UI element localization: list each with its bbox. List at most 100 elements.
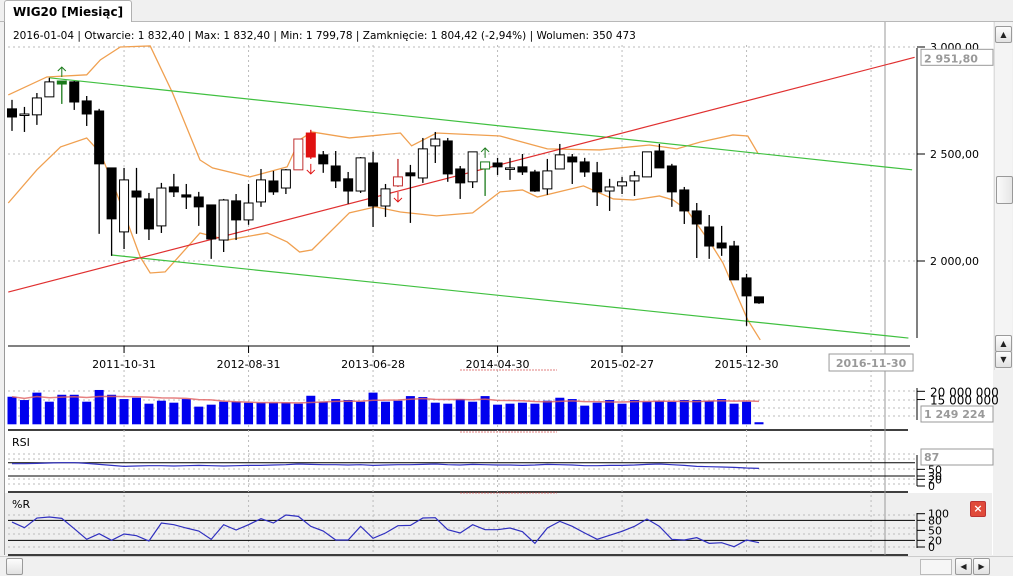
volume-bar	[94, 389, 104, 425]
zoom-up-icon[interactable]: ▲	[995, 335, 1012, 352]
volume-bar	[480, 396, 490, 425]
volume-bar	[219, 401, 229, 425]
volume-bar	[144, 403, 154, 425]
volume-bar	[692, 400, 702, 425]
price-tick-label: 2 000,00	[930, 255, 979, 268]
cursor-date-label: 2016-11-30	[836, 357, 907, 370]
rsi-tick-label: 0	[928, 480, 935, 493]
candle-body	[405, 172, 416, 177]
candle-body	[318, 154, 329, 165]
volume-bar	[455, 399, 465, 425]
candle-body	[168, 186, 179, 193]
volume-bar	[430, 402, 440, 425]
volume-bar	[293, 403, 303, 425]
volume-bar	[57, 394, 67, 425]
candle-body	[567, 156, 578, 163]
volume-bar	[156, 400, 166, 425]
volume-bar	[617, 403, 627, 425]
volume-bar	[281, 402, 291, 425]
candle-body	[231, 200, 242, 221]
candle-body	[119, 179, 130, 233]
scroll-left-icon[interactable]: ◀	[955, 558, 972, 575]
date-tick-label: 2015-12-30	[715, 358, 779, 371]
candle-body	[44, 81, 55, 98]
volume-bar	[44, 401, 54, 425]
date-tick-label: 2013-06-28	[341, 358, 405, 371]
candle-body	[505, 167, 515, 170]
candle-body	[629, 175, 640, 182]
date-tick-label: 2012-08-31	[217, 358, 281, 371]
volume-bar	[69, 394, 79, 425]
volume-bar	[642, 401, 652, 425]
scroll-right-icon[interactable]: ▶	[973, 558, 990, 575]
candle-body	[691, 210, 702, 225]
candle-body	[218, 199, 229, 241]
candle-body	[666, 165, 677, 193]
close-panel-icon[interactable]: ×	[970, 501, 986, 517]
volume-bar	[742, 401, 752, 425]
candle-body	[741, 277, 752, 297]
info-date: 2016-01-04	[13, 30, 75, 42]
volume-bar	[605, 400, 615, 425]
candle-body	[193, 196, 204, 208]
sell-signal-arrow-icon	[306, 163, 316, 175]
scroll-up-icon[interactable]: ▲	[995, 26, 1012, 43]
candle-body	[368, 162, 379, 207]
date-tick-label: 2011-10-31	[92, 358, 156, 371]
volume-bar	[381, 401, 390, 425]
williams-r-label: %R	[12, 498, 30, 511]
candle-body	[641, 151, 652, 178]
rsi-label: RSI	[12, 436, 30, 449]
horizontal-scrollbar[interactable]: ◀ ▶	[0, 556, 1013, 576]
ohlc-info-bar: 2016-01-04 | Otwarcie: 1 832,40 | Max: 1…	[13, 30, 636, 42]
volume-bar	[368, 392, 378, 425]
current-rsi-label: 87	[924, 451, 939, 464]
volume-bar	[132, 397, 141, 425]
candle-body	[592, 172, 603, 193]
volume-bar	[704, 400, 714, 425]
volume-bar	[654, 400, 664, 425]
volume-tick-label: 15 000 000	[930, 394, 999, 408]
info-min: Min: 1 799,78	[280, 30, 353, 42]
volume-bar	[679, 400, 689, 425]
volume-bar	[405, 396, 415, 425]
candle-body	[7, 108, 17, 118]
date-tick-label: 2015-02-27	[590, 358, 654, 371]
volume-bar	[580, 405, 590, 425]
volume-bar	[119, 399, 129, 425]
volume-bar	[181, 399, 191, 425]
scroll-left-edge-button[interactable]	[6, 558, 23, 575]
sell-signal-arrow-icon	[393, 191, 403, 203]
candle-body	[19, 113, 30, 116]
candle-body	[430, 138, 441, 147]
volume-bar	[356, 401, 366, 425]
candle-body	[69, 81, 80, 103]
candle-body	[181, 194, 192, 198]
candle-body	[417, 148, 428, 179]
candle-body	[143, 198, 154, 230]
date-tick-label: 2014-04-30	[466, 358, 530, 371]
candle-body	[94, 110, 105, 165]
volume-bar	[82, 401, 92, 425]
volume-bar	[729, 403, 739, 425]
candle-body	[716, 242, 727, 249]
volume-bar	[754, 422, 764, 425]
candle-body	[31, 97, 42, 116]
volume-bar	[343, 400, 353, 425]
volume-bar	[717, 399, 727, 425]
volume-bar	[517, 402, 527, 425]
candle-body	[343, 178, 354, 192]
horizontal-scroll-thumb[interactable]	[920, 559, 952, 575]
volume-bar	[318, 401, 328, 425]
candle-body	[654, 150, 665, 169]
volume-bar	[667, 401, 677, 425]
scroll-down-icon[interactable]: ▼	[995, 351, 1012, 368]
trendline-channel-lower	[111, 254, 909, 339]
candle-body	[529, 171, 540, 192]
volume-bar	[542, 400, 552, 425]
vertical-scrollbar[interactable]: ▲ ▲ ▼	[994, 22, 1013, 370]
volume-bar	[418, 397, 428, 425]
scroll-thumb[interactable]	[996, 176, 1013, 204]
volume-bar	[268, 402, 278, 425]
chart-canvas[interactable]: 3 000,002 500,002 000,002 951,802011-10-…	[0, 0, 1013, 575]
